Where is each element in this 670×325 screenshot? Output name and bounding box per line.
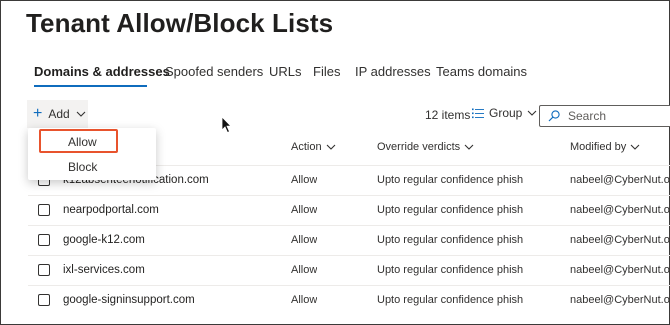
row-modified-by: nabeel@CyberNut.onmicrosoft.com bbox=[570, 174, 670, 186]
tab-domains-addresses[interactable]: Domains & addresses bbox=[34, 64, 170, 79]
menu-item-block-label: Block bbox=[68, 160, 98, 174]
row-action: Allow bbox=[291, 234, 318, 246]
items-count: 12 items bbox=[425, 108, 471, 122]
add-button-label: Add bbox=[48, 107, 70, 121]
row-override-verdict: Upto regular confidence phish bbox=[377, 234, 524, 246]
search-input[interactable]: Search bbox=[539, 105, 670, 127]
row-modified-by: nabeel@CyberNut.onmicrosoft.com bbox=[570, 294, 670, 306]
active-tab-indicator bbox=[34, 85, 147, 87]
row-action: Allow bbox=[291, 264, 318, 276]
chevron-down-icon bbox=[527, 110, 537, 116]
mouse-pointer-icon bbox=[221, 116, 232, 134]
search-icon bbox=[548, 110, 560, 122]
row-action: Allow bbox=[291, 204, 318, 216]
column-header-action-label: Action bbox=[291, 141, 322, 153]
row-modified-by: nabeel@CyberNut.onmicrosoft.com bbox=[570, 204, 670, 216]
group-list-icon bbox=[472, 108, 484, 118]
page-title: Tenant Allow/Block Lists bbox=[26, 8, 334, 38]
column-header-action[interactable]: Action bbox=[291, 141, 336, 153]
search-placeholder: Search bbox=[568, 109, 607, 123]
table-row[interactable]: google-signinsupport.com Allow Upto regu… bbox=[28, 285, 670, 315]
row-domain: google-k12.com bbox=[63, 234, 145, 246]
table-row[interactable]: nearpodportal.com Allow Upto regular con… bbox=[28, 195, 670, 225]
row-override-verdict: Upto regular confidence phish bbox=[377, 174, 524, 186]
row-override-verdict: Upto regular confidence phish bbox=[377, 294, 524, 306]
column-header-modified-label: Modified by bbox=[570, 141, 627, 153]
table-row[interactable]: google-k12.com Allow Upto regular confid… bbox=[28, 225, 670, 255]
row-checkbox[interactable] bbox=[38, 234, 50, 246]
tab-spoofed-senders[interactable]: Spoofed senders bbox=[165, 64, 263, 79]
chevron-down-icon bbox=[630, 144, 640, 150]
row-checkbox[interactable] bbox=[38, 264, 50, 276]
column-header-override-label: Override verdicts bbox=[377, 141, 461, 153]
row-modified-by: nabeel@CyberNut.onmicrosoft.com bbox=[570, 234, 670, 246]
column-header-override-verdicts[interactable]: Override verdicts bbox=[377, 141, 474, 153]
column-header-modified-by[interactable]: Modified by bbox=[570, 141, 640, 153]
row-override-verdict: Upto regular confidence phish bbox=[377, 204, 524, 216]
row-action: Allow bbox=[291, 174, 318, 186]
row-checkbox[interactable] bbox=[38, 204, 50, 216]
highlight-box bbox=[39, 129, 118, 153]
chevron-down-icon bbox=[326, 144, 335, 150]
add-button[interactable]: + Add bbox=[27, 100, 88, 128]
row-modified-by: nabeel@CyberNut.onmicrosoft.com bbox=[570, 264, 670, 276]
tab-urls[interactable]: URLs bbox=[269, 64, 302, 79]
row-domain: nearpodportal.com bbox=[63, 204, 159, 216]
chevron-down-icon bbox=[76, 111, 86, 117]
row-checkbox[interactable] bbox=[38, 294, 50, 306]
row-action: Allow bbox=[291, 294, 318, 306]
group-button[interactable]: Group bbox=[472, 106, 537, 120]
tab-ip-addresses[interactable]: IP addresses bbox=[355, 64, 431, 79]
tab-files[interactable]: Files bbox=[313, 64, 340, 79]
table-row[interactable]: ixl-services.com Allow Upto regular conf… bbox=[28, 255, 670, 285]
chevron-down-icon bbox=[464, 144, 474, 150]
menu-item-block[interactable]: Block bbox=[28, 155, 156, 179]
row-override-verdict: Upto regular confidence phish bbox=[377, 264, 524, 276]
row-domain: google-signinsupport.com bbox=[63, 294, 195, 306]
tab-teams-domains[interactable]: Teams domains bbox=[436, 64, 527, 79]
plus-icon: + bbox=[33, 105, 43, 122]
group-button-label: Group bbox=[489, 106, 523, 120]
toolbar: + Add 12 items Group Search bbox=[0, 98, 670, 132]
add-dropdown-menu: Allow Block bbox=[28, 128, 156, 180]
row-domain: ixl-services.com bbox=[63, 264, 145, 276]
